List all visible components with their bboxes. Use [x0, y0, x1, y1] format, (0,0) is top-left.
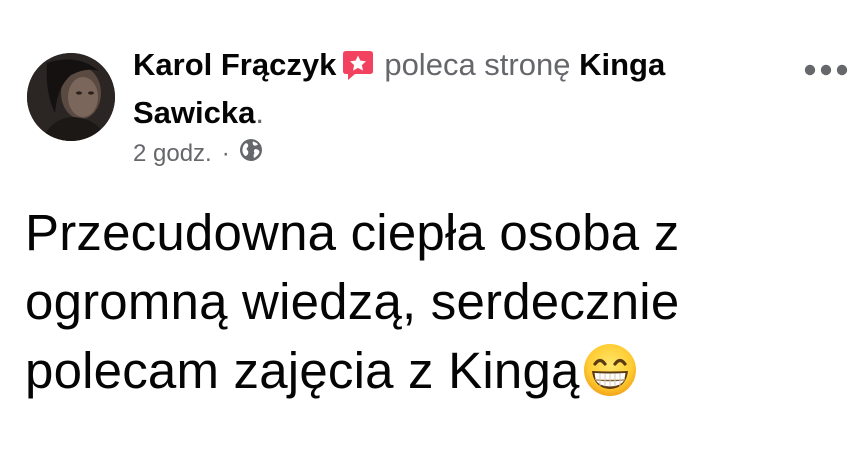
post-body: Przecudowna ciepła osoba z ogromną wiedz…: [25, 198, 855, 415]
post-timestamp[interactable]: 2 godz.: [133, 139, 212, 169]
post-card: Karol Frączyk poleca stronę Kinga Sawick…: [0, 0, 867, 472]
grinning-face-emoji: [582, 342, 638, 415]
more-options-icon[interactable]: [803, 58, 849, 82]
recommends-text: poleca stronę: [384, 47, 571, 82]
post-meta: 2 godz. ·: [133, 137, 263, 170]
author-name[interactable]: Karol Frączyk: [133, 47, 336, 82]
author-avatar[interactable]: [27, 53, 115, 141]
recommendation-star-icon: [342, 49, 374, 92]
globe-icon[interactable]: [239, 138, 263, 170]
header-period: .: [255, 95, 264, 130]
meta-separator: ·: [221, 139, 230, 167]
post-header: Karol Frączyk poleca stronę Kinga Sawick…: [133, 44, 773, 134]
